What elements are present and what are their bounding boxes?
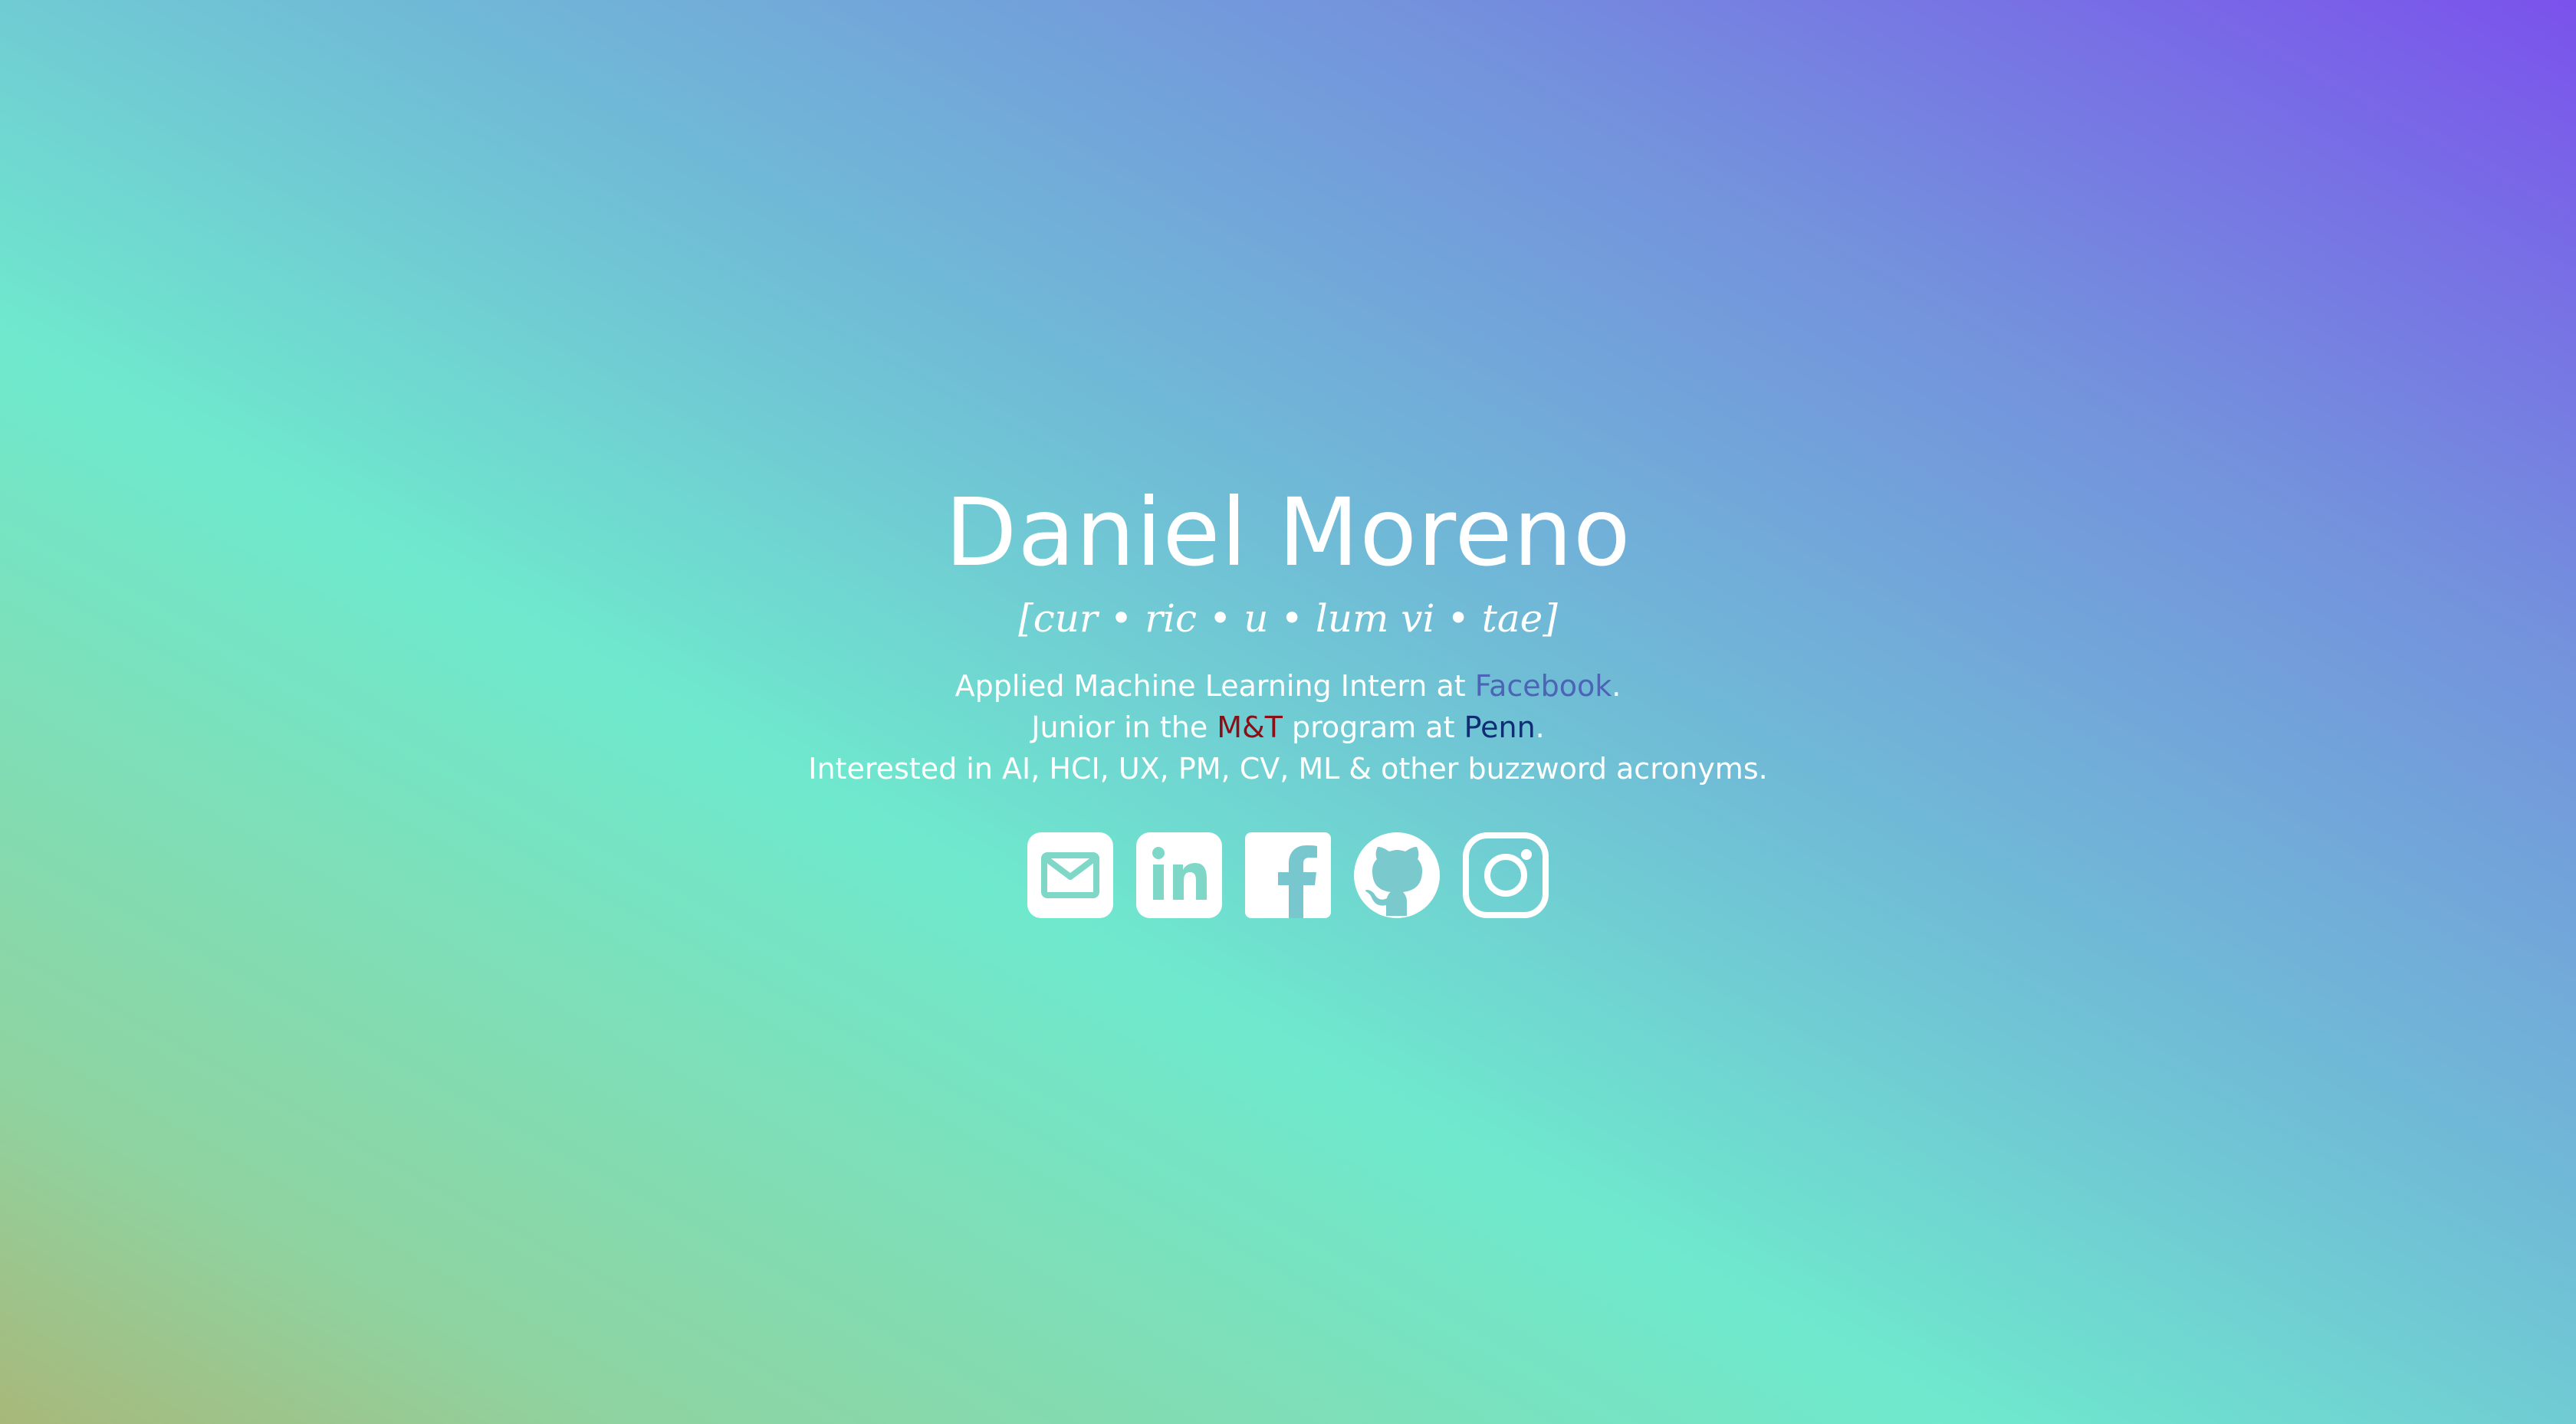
penn-link[interactable]: Penn — [1464, 710, 1536, 744]
hero-section: Daniel Moreno [cur • ric • u • lum vi • … — [0, 0, 2576, 1424]
pronunciation-text: [cur • ric • u • lum vi • tae] — [1018, 596, 1558, 641]
profile-name: Daniel Moreno — [945, 478, 1631, 587]
bio-line-education: Junior in the M&T program at Penn. — [0, 707, 2576, 748]
facebook-profile-link[interactable] — [1245, 832, 1331, 918]
github-link[interactable] — [1354, 832, 1440, 918]
profile-card: Daniel Moreno [cur • ric • u • lum vi • … — [0, 475, 2576, 918]
mt-program-link[interactable]: M&T — [1217, 710, 1283, 744]
facebook-link[interactable]: Facebook — [1475, 669, 1612, 703]
email-link[interactable] — [1027, 832, 1113, 918]
education-prefix: Junior in the — [1031, 710, 1217, 744]
email-icon — [1027, 832, 1113, 918]
instagram-icon — [1463, 832, 1549, 918]
bio-line-interests: Interested in AI, HCI, UX, PM, CV, ML & … — [808, 752, 1768, 786]
role-prefix: Applied Machine Learning Intern at — [955, 669, 1475, 703]
linkedin-link[interactable] — [1136, 832, 1222, 918]
education-middle: program at — [1282, 710, 1464, 744]
instagram-link[interactable] — [1463, 832, 1549, 918]
facebook-icon — [1245, 832, 1331, 918]
bio-line-role: Applied Machine Learning Intern at Faceb… — [0, 665, 2576, 707]
role-suffix: . — [1612, 669, 1622, 703]
github-icon — [1354, 832, 1440, 918]
social-links — [0, 832, 2576, 918]
bio: Applied Machine Learning Intern at Faceb… — [0, 665, 2576, 789]
education-suffix: . — [1535, 710, 1545, 744]
linkedin-icon — [1136, 832, 1222, 918]
